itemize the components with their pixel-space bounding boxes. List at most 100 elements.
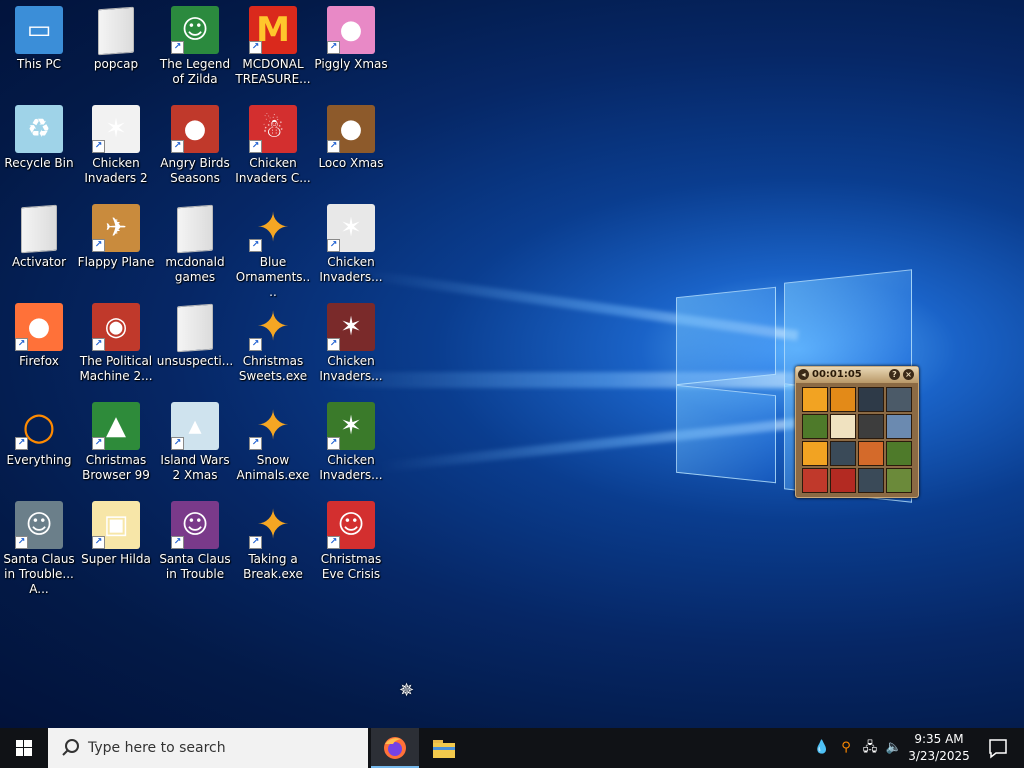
desktop-icon[interactable]: ♻ Recycle Bin <box>0 99 78 195</box>
desktop-icon[interactable]: M ↗ MCDONAL TREASURE... <box>234 0 312 96</box>
firefox-icon: ● ↗ <box>15 303 63 351</box>
puzzle-tile[interactable] <box>886 468 912 493</box>
folder-icon <box>433 740 455 758</box>
desktop-icon[interactable]: ● ↗ Loco Xmas <box>312 99 390 195</box>
puzzle-close-icon[interactable]: × <box>903 369 914 380</box>
puzzle-tile[interactable] <box>858 414 884 439</box>
wallpaper-light-beam <box>361 269 799 341</box>
desktop-icon[interactable]: ▲ ↗ Christmas Browser 99 <box>77 396 155 492</box>
exe-icon: ✦ ↗ <box>249 303 297 351</box>
puzzle-tile[interactable] <box>802 468 828 493</box>
desktop-icon[interactable]: mcdonald games <box>156 198 234 294</box>
desktop-icon-label: Angry Birds Seasons <box>160 156 230 185</box>
folder-shape <box>177 204 213 254</box>
clock-time: 9:35 AM <box>914 732 964 746</box>
desktop-icon[interactable]: ✦ ↗ Blue Ornaments.... <box>234 198 312 299</box>
tray-volume-icon[interactable]: 🔈 <box>882 728 906 768</box>
desktop-icon[interactable]: popcap <box>77 0 155 96</box>
tray-network-icon[interactable]: 🖧 <box>858 728 882 768</box>
desktop-icon[interactable]: ◉ ↗ The Political Machine 2... <box>77 297 155 393</box>
desktop-icon-label: Loco Xmas <box>318 156 384 170</box>
folder-icon <box>92 6 140 56</box>
puzzle-widget[interactable]: 00:01:05 ◂ ? × <box>795 366 919 498</box>
tray-water-drop-icon[interactable]: 💧 <box>810 728 834 768</box>
puzzle-tile[interactable] <box>830 441 856 466</box>
puzzle-board[interactable] <box>802 387 912 493</box>
file-icon <box>15 204 63 254</box>
puzzle-help-icon[interactable]: ? <box>889 369 900 380</box>
puzzle-tile[interactable] <box>858 387 884 412</box>
desktop-icon[interactable]: ☺ ↗ Christmas Eve Crisis <box>312 495 390 591</box>
desktop-icon[interactable]: ○ ↗ Everything <box>0 396 78 492</box>
tray-everything-icon[interactable]: ⚲ <box>834 728 858 768</box>
shortcut-arrow-icon: ↗ <box>327 41 340 54</box>
shortcut-arrow-icon: ↗ <box>92 536 105 549</box>
desktop-icon[interactable]: ✦ ↗ Taking a Break.exe <box>234 495 312 591</box>
pink-pig-icon: ● ↗ <box>327 6 375 54</box>
desktop-icon[interactable]: ✶ ↗ Chicken Invaders... <box>312 297 390 393</box>
puzzle-tile[interactable] <box>886 387 912 412</box>
shortcut-arrow-icon: ↗ <box>249 239 262 252</box>
puzzle-menu-icon[interactable]: ◂ <box>798 369 809 380</box>
desktop-icon[interactable]: ✶ ↗ Chicken Invaders... <box>312 198 390 294</box>
puzzle-tile[interactable] <box>858 468 884 493</box>
desktop-icon[interactable]: ✦ ↗ Christmas Sweets.exe <box>234 297 312 393</box>
desktop-icon-label: Snow Animals.exe <box>236 453 310 482</box>
shortcut-arrow-icon: ↗ <box>327 140 340 153</box>
desktop-icon[interactable]: ▣ ↗ Super Hilda <box>77 495 155 591</box>
firefox-icon <box>384 737 406 759</box>
taskbar-search-box[interactable]: Type here to search <box>48 728 368 768</box>
desktop-icon[interactable]: ✦ ↗ Snow Animals.exe <box>234 396 312 492</box>
desktop-icon[interactable]: ● ↗ Piggly Xmas <box>312 0 390 96</box>
wallpaper-light-beam <box>380 418 800 472</box>
desktop-icon[interactable]: Activator <box>0 198 78 294</box>
shortcut-arrow-icon: ↗ <box>171 41 184 54</box>
desktop-icon[interactable]: ● ↗ Firefox <box>0 297 78 393</box>
shortcut-arrow-icon: ↗ <box>92 239 105 252</box>
puzzle-tile[interactable] <box>802 387 828 412</box>
desktop-icon[interactable]: ☺ ↗ Santa Claus in Trouble... A... <box>0 495 78 596</box>
desktop[interactable]: ▭ This PC popcap ☺ ↗ The Legend of Zilda M ↗ MCD… <box>0 0 1024 728</box>
taskbar-clock[interactable]: 9:35 AM 3/23/2025 <box>906 731 972 765</box>
puzzle-tile[interactable] <box>830 387 856 412</box>
busy-cursor-icon: ✵ <box>399 680 415 701</box>
taskbar-firefox-button[interactable] <box>371 728 419 768</box>
desktop-icon-label: Santa Claus in Trouble... A... <box>3 552 75 596</box>
desktop-icon[interactable]: ✈ ↗ Flappy Plane <box>77 198 155 294</box>
desktop-icon[interactable]: ▴ ↗ Island Wars 2 Xmas <box>156 396 234 492</box>
wallpaper-light-beam <box>320 372 800 388</box>
puzzle-tile[interactable] <box>830 468 856 493</box>
puzzle-tile[interactable] <box>858 441 884 466</box>
pixel-character-icon: ▣ ↗ <box>92 501 140 549</box>
desktop-icon[interactable]: ✶ ↗ Chicken Invaders... <box>312 396 390 492</box>
puzzle-title-bar[interactable]: 00:01:05 ◂ ? × <box>796 367 918 383</box>
desktop-icon[interactable]: ☃ ↗ Chicken Invaders C... <box>234 99 312 195</box>
desktop-icon[interactable]: ▭ This PC <box>0 0 78 96</box>
shortcut-arrow-icon: ↗ <box>249 437 262 450</box>
shortcut-arrow-icon: ↗ <box>15 536 28 549</box>
desktop-icon-label: Chicken Invaders... <box>319 255 383 284</box>
exe-icon: ✦ ↗ <box>249 204 297 252</box>
taskbar-file-explorer-button[interactable] <box>420 728 468 768</box>
desktop-icon-label: Chicken Invaders... <box>319 354 383 383</box>
puzzle-tile[interactable] <box>802 414 828 439</box>
chicken-santa-icon: ✶ ↗ <box>327 204 375 252</box>
shortcut-arrow-icon: ↗ <box>249 140 262 153</box>
puzzle-tile[interactable] <box>886 441 912 466</box>
desktop-icon[interactable]: unsuspecti... <box>156 297 234 393</box>
desktop-icon[interactable]: ✶ ↗ Chicken Invaders 2 <box>77 99 155 195</box>
desktop-icon[interactable]: ☺ ↗ Santa Claus in Trouble <box>156 495 234 591</box>
shortcut-arrow-icon: ↗ <box>327 437 340 450</box>
desktop-icon[interactable]: ☺ ↗ The Legend of Zilda <box>156 0 234 96</box>
island-icon: ▴ ↗ <box>171 402 219 450</box>
shortcut-arrow-icon: ↗ <box>92 437 105 450</box>
wallpaper-window-pane <box>676 286 776 386</box>
puzzle-tile[interactable] <box>830 414 856 439</box>
desktop-icon[interactable]: ● ↗ Angry Birds Seasons <box>156 99 234 195</box>
puzzle-tile[interactable] <box>802 441 828 466</box>
santa-face-icon: ☺ ↗ <box>327 501 375 549</box>
puzzle-tile[interactable] <box>886 414 912 439</box>
shortcut-arrow-icon: ↗ <box>171 437 184 450</box>
start-button[interactable] <box>0 728 48 768</box>
action-center-button[interactable] <box>978 728 1018 768</box>
